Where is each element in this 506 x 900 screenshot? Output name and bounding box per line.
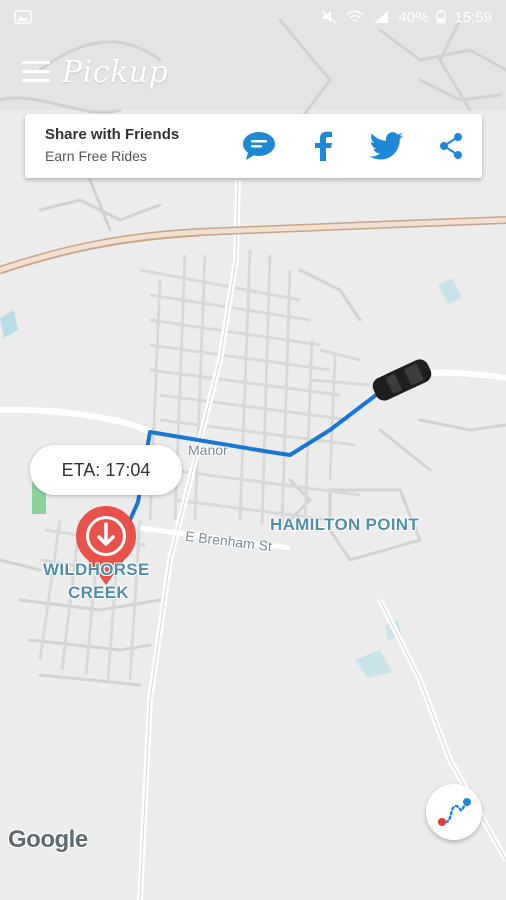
share-buttons: [241, 128, 469, 164]
menu-icon[interactable]: [22, 61, 50, 83]
area-label-wildhorse: WILDHORSE: [43, 560, 150, 579]
area-label-creek: CREEK: [68, 583, 130, 602]
clock: 15:59: [454, 8, 492, 26]
facebook-icon: [315, 131, 332, 161]
share-twitter-button[interactable]: [369, 128, 405, 164]
eta-text: ETA: 17:04: [61, 459, 151, 480]
app-logo: Pickup: [62, 54, 169, 90]
route-icon: [438, 798, 471, 826]
share-text: Share with Friends Earn Free Rides: [45, 125, 221, 167]
twitter-icon: [370, 132, 403, 160]
chat-icon: [243, 132, 275, 160]
eta-bubble: ETA: 17:04: [30, 445, 182, 495]
street-label-manor: Manor: [188, 442, 228, 458]
share-more-button[interactable]: [433, 128, 469, 164]
signal-icon: [374, 11, 389, 23]
status-bar: 40% 15:59: [0, 0, 506, 34]
share-icon: [440, 133, 462, 159]
share-card: Share with Friends Earn Free Rides: [25, 114, 482, 178]
share-subtitle: Earn Free Rides: [45, 148, 147, 164]
google-attribution: Google: [8, 826, 88, 853]
battery-icon: [436, 10, 447, 24]
area-label-hamilton-point: HAMILTON POINT: [270, 515, 420, 534]
mute-icon: [321, 10, 337, 24]
image-notification-icon: [14, 10, 32, 24]
route-overview-button[interactable]: [426, 784, 482, 840]
share-title: Share with Friends: [45, 126, 180, 143]
share-facebook-button[interactable]: [305, 128, 341, 164]
wifi-icon: [346, 10, 364, 22]
share-sms-button[interactable]: [241, 128, 277, 164]
battery-percent: 40%: [398, 8, 429, 26]
app-bar: Pickup: [22, 50, 222, 94]
